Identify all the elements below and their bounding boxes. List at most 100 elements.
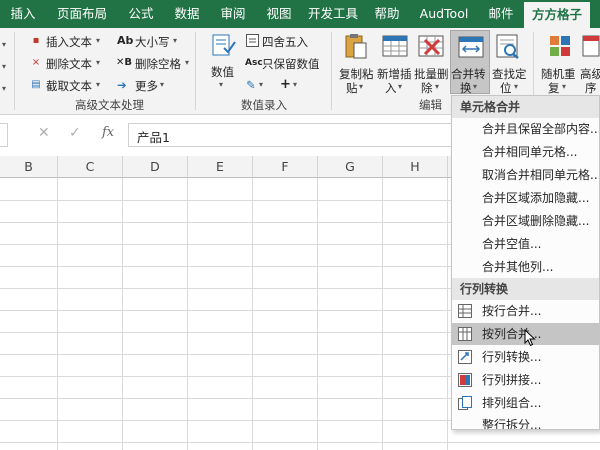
column-gridline <box>382 178 383 450</box>
merge-convert-label-2: 换 <box>460 81 472 95</box>
pencil-icon: ✎ <box>246 78 256 92</box>
chevron-down-icon: ▾ <box>219 80 224 89</box>
menu-item-combinations[interactable]: 排列组合... <box>452 392 599 414</box>
text-group-label: 高级文本处理 <box>75 98 144 112</box>
column-gridline <box>317 178 318 450</box>
section-header-cell-merge: 单元格合并 <box>452 96 599 118</box>
delete-text-icon: × <box>31 57 41 68</box>
menu-item-merge-empty[interactable]: 合并空值... <box>452 233 599 255</box>
plus-icon: + <box>280 77 291 92</box>
ribbon-tab-bar: 插入 页面布局 公式 数据 审阅 视图 开发工具 帮助 AudTool 邮件 方… <box>0 0 600 28</box>
tab-insert[interactable]: 插入 <box>0 0 46 28</box>
merge-convert-dropdown: 单元格合并 合并且保留全部内容... 合并相同单元格... 取消合并相同单元格.… <box>451 95 600 430</box>
find-icon <box>496 34 519 59</box>
left-group-caret[interactable]: ▾ <box>2 84 6 93</box>
menu-item-concatenate[interactable]: 行列拼接... <box>452 369 599 391</box>
advanced-sort-label-2: 序 <box>585 81 597 95</box>
column-header-h[interactable]: H <box>383 156 448 178</box>
extract-text-label: 截取文本 <box>46 79 92 93</box>
tab-fangfang[interactable]: 方方格子 <box>524 2 590 28</box>
tab-developer[interactable]: 开发工具 <box>302 0 364 28</box>
column-header-f[interactable]: F <box>253 156 318 178</box>
name-box[interactable] <box>0 123 8 147</box>
menu-item-merge-keep-all[interactable]: 合并且保留全部内容... <box>452 118 599 140</box>
menu-item-transpose[interactable]: 行列转换... <box>452 346 599 368</box>
extract-text-icon: ▤ <box>31 79 41 90</box>
enter-icon[interactable]: ✓ <box>69 125 81 141</box>
group-divider <box>195 32 196 110</box>
insert-text-icon: ▪ <box>32 35 40 46</box>
column-header-b[interactable]: B <box>0 156 58 178</box>
menu-item-merge-by-row[interactable]: 按行合并... <box>452 300 599 322</box>
round-label: 四舍五入 <box>262 35 308 49</box>
round-icon <box>246 34 259 47</box>
case-label: 大小写 <box>135 35 170 49</box>
menu-item-merge-add-hidden[interactable]: 合并区域添加隐藏... <box>452 187 599 209</box>
arrow-right-icon: ➔ <box>117 78 127 92</box>
merge-convert-button[interactable]: 合并转 换 ▾ <box>450 30 490 95</box>
random-icon <box>550 36 570 56</box>
tab-mailings[interactable]: 邮件 <box>478 0 524 28</box>
number-icon <box>212 34 236 56</box>
menu-item-merge-by-column[interactable]: 按列合并... <box>452 323 599 347</box>
column-header-e[interactable]: E <box>188 156 253 178</box>
column-gridline <box>122 178 123 450</box>
left-group-caret[interactable]: ▾ <box>2 40 6 49</box>
chevron-down-icon: ▾ <box>173 36 178 45</box>
tab-page-layout[interactable]: 页面布局 <box>46 0 118 28</box>
column-gridline <box>57 178 58 450</box>
remove-spaces-label: 删除空格 <box>135 57 181 71</box>
copy-paste-label-2: 贴 <box>346 81 358 95</box>
chevron-down-icon: ▾ <box>96 58 101 67</box>
tab-review[interactable]: 审阅 <box>210 0 256 28</box>
chevron-down-icon: ▾ <box>293 80 298 89</box>
menu-item-merge-other-columns[interactable]: 合并其他列... <box>452 256 599 278</box>
column-gridline <box>252 178 253 450</box>
chevron-down-icon: ▾ <box>398 82 403 91</box>
find-locate-label-2: 位 <box>500 81 512 95</box>
delete-text-label: 删除文本 <box>46 57 92 71</box>
menu-item-unmerge-same[interactable]: 取消合并相同单元格... <box>452 164 599 186</box>
tab-view[interactable]: 视图 <box>256 0 302 28</box>
chevron-down-icon: ▾ <box>473 82 478 91</box>
menu-item-split-rows[interactable]: 整行拆分... <box>452 414 599 429</box>
number-label: 数值 <box>211 65 234 79</box>
column-header-c[interactable]: C <box>58 156 123 178</box>
column-gridline <box>447 178 448 450</box>
formula-buttons: ✕ ✓ fx <box>12 123 124 147</box>
menu-item-merge-remove-hidden[interactable]: 合并区域删除隐藏... <box>452 210 599 232</box>
tab-data[interactable]: 数据 <box>164 0 210 28</box>
number-group-label: 数值录入 <box>241 98 287 112</box>
fx-icon[interactable]: fx <box>102 125 114 140</box>
chevron-down-icon: ▾ <box>259 80 264 89</box>
chevron-down-icon: ▾ <box>562 82 567 91</box>
menu-item-label: 按行合并... <box>482 304 542 318</box>
delete-grid-icon <box>418 35 444 57</box>
clipboard-icon <box>345 34 367 59</box>
tab-formulas[interactable]: 公式 <box>118 0 164 28</box>
tab-help[interactable]: 帮助 <box>364 0 410 28</box>
cancel-icon[interactable]: ✕ <box>38 125 50 141</box>
left-group-caret[interactable]: ▾ <box>2 62 6 71</box>
edit-group-label: 编辑 <box>419 98 442 112</box>
insert-text-label: 插入文本 <box>46 35 92 49</box>
insert-rows-icon <box>382 35 408 57</box>
column-header-g[interactable]: G <box>318 156 383 178</box>
section-header-row-col-convert: 行列转换 <box>452 278 599 300</box>
chevron-down-icon: ▾ <box>514 82 519 91</box>
random-repeat-label-2: 复 <box>548 81 560 95</box>
chevron-down-icon: ▾ <box>160 80 165 89</box>
merge-cells-icon <box>458 36 484 58</box>
chevron-down-icon: ▾ <box>96 80 101 89</box>
excel-window: 插入 页面布局 公式 数据 审阅 视图 开发工具 帮助 AudTool 邮件 方… <box>0 0 600 450</box>
row-gridline <box>0 442 600 443</box>
column-gridline <box>187 178 188 450</box>
column-header-d[interactable]: D <box>123 156 188 178</box>
combinations-icon <box>458 396 472 410</box>
menu-item-merge-same[interactable]: 合并相同单元格... <box>452 141 599 163</box>
tab-audtool[interactable]: AudTool <box>410 0 478 28</box>
mouse-cursor-icon <box>524 329 536 347</box>
concatenate-icon <box>458 373 472 387</box>
menu-item-label: 行列转换... <box>482 350 542 364</box>
keep-values-label: 只保留数值 <box>262 57 320 71</box>
